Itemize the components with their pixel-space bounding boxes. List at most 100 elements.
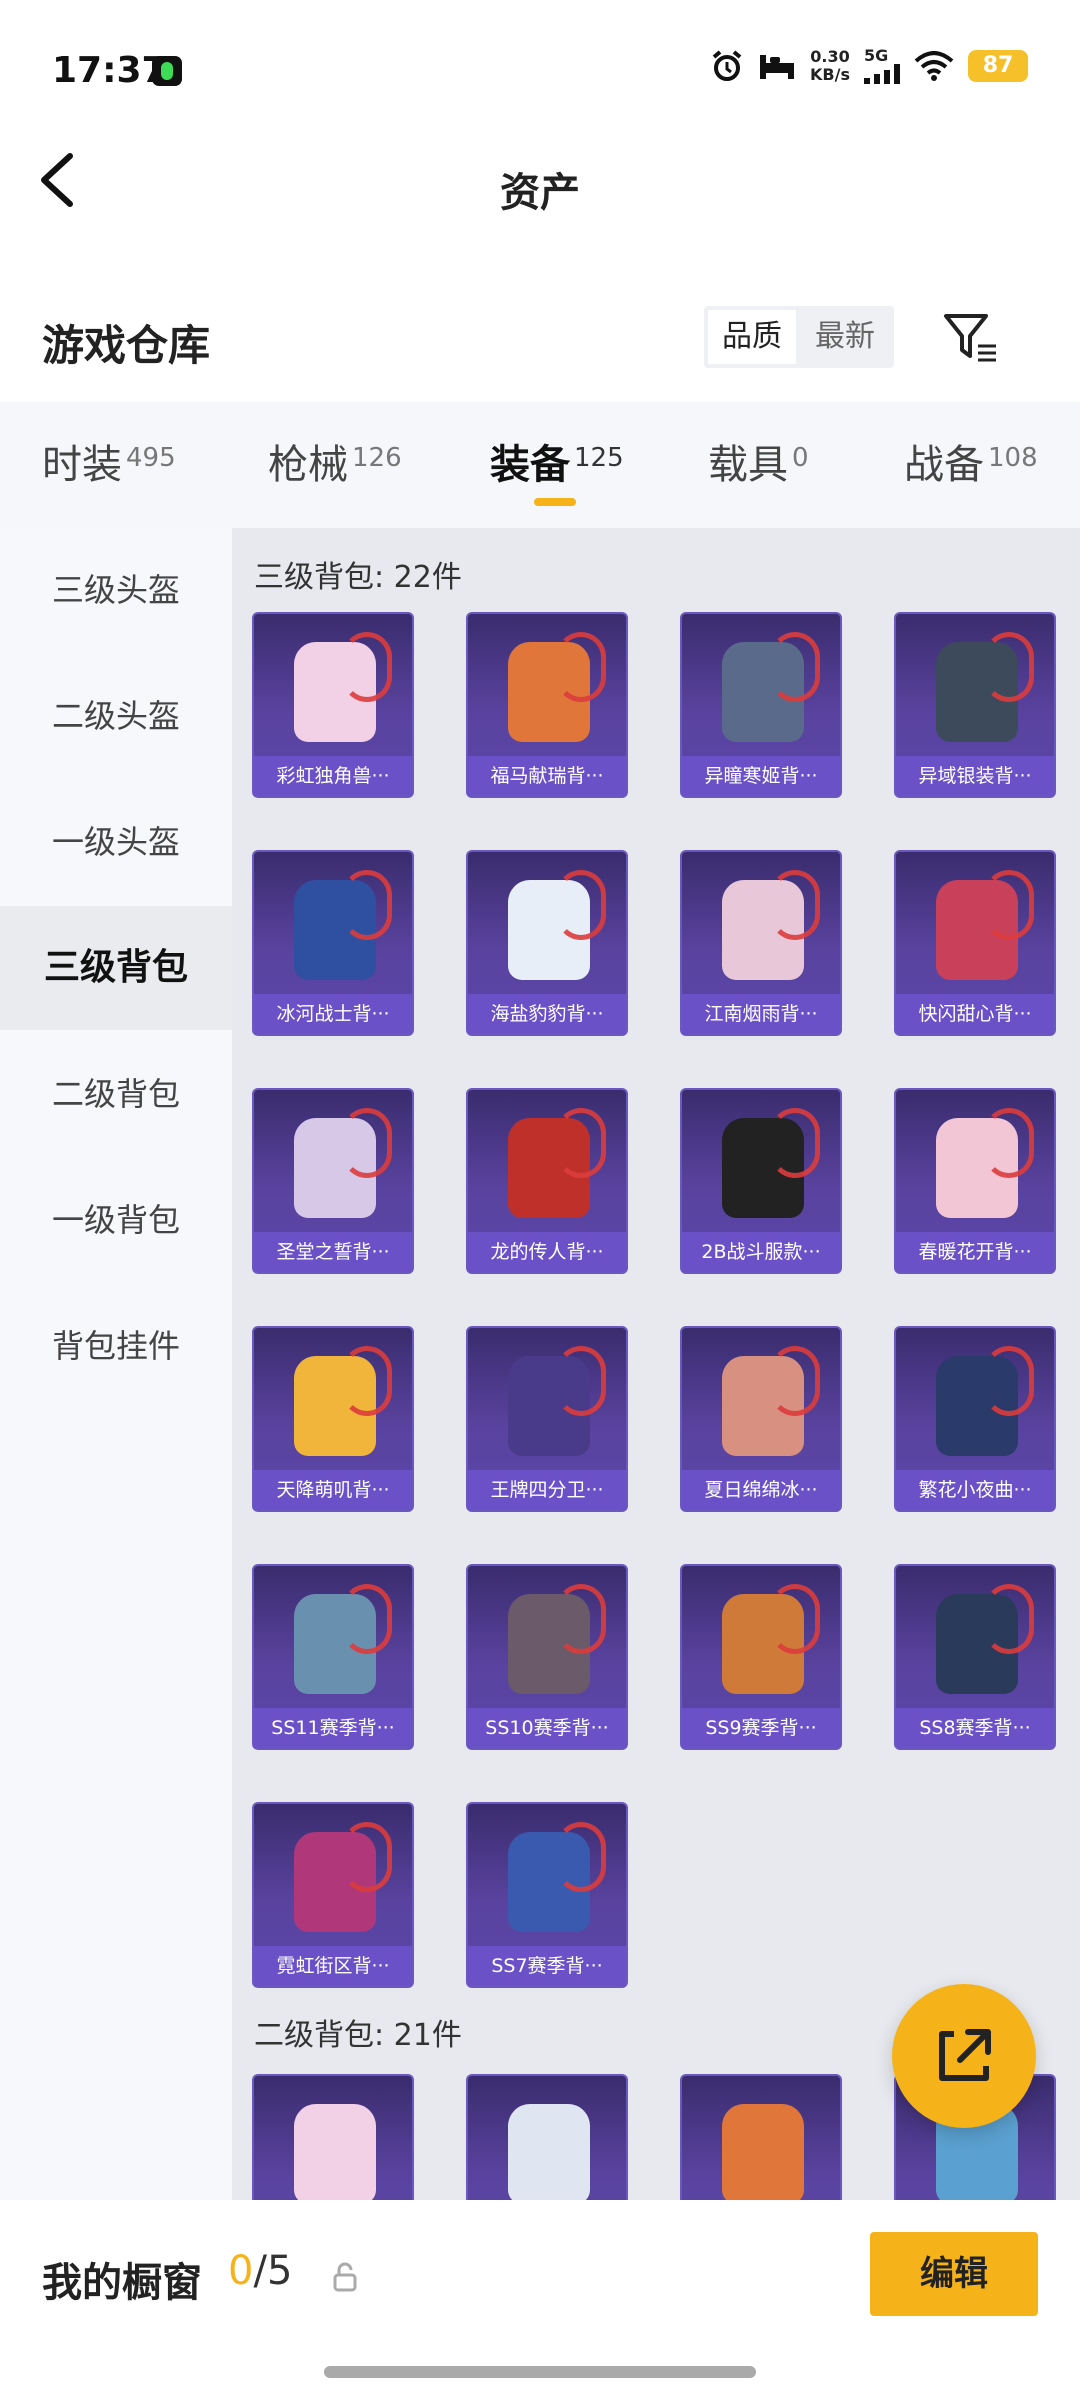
tab-count: 495: [126, 443, 176, 473]
group-label: 三级背包: 22件: [254, 560, 462, 595]
network-type: 5G: [864, 46, 889, 65]
backpack-strap: [342, 870, 392, 940]
sidebar-item-level1-helmet[interactable]: 一级头盔: [0, 780, 232, 904]
backpack-strap: [556, 632, 606, 702]
sort-quality-button[interactable]: 品质: [708, 310, 796, 364]
backpack-strap: [984, 1346, 1034, 1416]
backpack-card[interactable]: 海盐豹豹背···: [466, 850, 628, 1036]
tab-label: 时装: [42, 442, 122, 488]
tab-label: 枪械: [268, 442, 348, 488]
backpack-name: 春暖花开背···: [896, 1232, 1054, 1272]
backpack-strap: [984, 1108, 1034, 1178]
backpack-name: 异域银装背···: [896, 756, 1054, 796]
backpack-card[interactable]: 江南烟雨背···: [680, 850, 842, 1036]
app-notification-icon: [152, 56, 182, 86]
showcase-max: 5: [266, 2248, 293, 2294]
backpack-card[interactable]: 繁花小夜曲···: [894, 1326, 1056, 1512]
wifi-icon: [914, 51, 954, 81]
backpack-card[interactable]: 天降萌叽背···: [252, 1326, 414, 1512]
backpack-strap: [770, 632, 820, 702]
group-label: 二级背包: 21件: [254, 2018, 462, 2053]
page-title: 资产: [500, 170, 580, 216]
backpack-card[interactable]: SS11赛季背···: [252, 1564, 414, 1750]
bed-icon: [760, 55, 795, 79]
backpack-name: 圣堂之誓背···: [254, 1232, 412, 1272]
backpack-strap: [984, 632, 1034, 702]
tab-count: 125: [574, 443, 624, 473]
lock-icon: [333, 2262, 357, 2292]
signal-group: 5G: [864, 48, 900, 84]
battery-indicator: 87: [968, 50, 1028, 82]
tab-vehicles[interactable]: 载具 0: [708, 432, 809, 490]
backpack-card[interactable]: 异瞳寒姬背···: [680, 612, 842, 798]
network-speed-unit: KB/s: [810, 65, 850, 84]
sidebar-item-level3-helmet[interactable]: 三级头盔: [0, 528, 232, 652]
backpack-card[interactable]: SS10赛季背···: [466, 1564, 628, 1750]
backpack-name: 天降萌叽背···: [254, 1470, 412, 1510]
tab-gear[interactable]: 战备 108: [904, 432, 1038, 490]
backpack-card[interactable]: 王牌四分卫···: [466, 1326, 628, 1512]
backpack-strap: [342, 1108, 392, 1178]
item-grid: 三级背包: 22件 彩虹独角兽··· 福马献瑞背··· 异瞳寒姬背··· 异域银装背·…: [232, 528, 1080, 2200]
sidebar-item-level1-backpack[interactable]: 一级背包: [0, 1158, 232, 1282]
showcase-count: 0/5: [228, 2248, 292, 2294]
backpack-card[interactable]: [466, 2074, 628, 2200]
backpack-card[interactable]: SS7赛季背···: [466, 1802, 628, 1988]
tab-label: 装备: [490, 442, 570, 488]
edit-button[interactable]: 编辑: [870, 2232, 1038, 2316]
sidebar-item-level2-helmet[interactable]: 二级头盔: [0, 654, 232, 778]
showcase-current: 0: [228, 2248, 254, 2294]
backpack-name: SS9赛季背···: [682, 1708, 840, 1748]
backpack-card[interactable]: SS8赛季背···: [894, 1564, 1056, 1750]
showcase-label: 我的橱窗: [42, 2260, 202, 2306]
backpack-name: SS7赛季背···: [468, 1946, 626, 1986]
backpack-strap: [342, 1584, 392, 1654]
backpack-name: 冰河战士背···: [254, 994, 412, 1034]
status-indicators: 0.30 KB/s 5G 87: [710, 48, 1028, 84]
showcase-separator: /: [253, 2248, 267, 2294]
backpack-card[interactable]: 彩虹独角兽···: [252, 612, 414, 798]
sidebar-item-level3-backpack[interactable]: 三级背包: [0, 906, 232, 1030]
home-indicator[interactable]: [324, 2366, 756, 2378]
share-button[interactable]: [892, 1984, 1036, 2128]
sidebar-item-backpack-charm[interactable]: 背包挂件: [0, 1284, 232, 1408]
backpack-card[interactable]: 圣堂之誓背···: [252, 1088, 414, 1274]
tab-equipment[interactable]: 装备 125: [490, 432, 624, 490]
backpack-name: 快闪甜心背···: [896, 994, 1054, 1034]
backpack-strap: [770, 1108, 820, 1178]
status-time: 17:37: [52, 50, 167, 91]
sort-newest-button[interactable]: 最新: [800, 310, 890, 364]
backpack-card[interactable]: 快闪甜心背···: [894, 850, 1056, 1036]
backpack-name: 夏日绵绵冰···: [682, 1470, 840, 1510]
backpack-strap: [556, 1584, 606, 1654]
backpack-name: SS10赛季背···: [468, 1708, 626, 1748]
section-title: 游戏仓库: [42, 321, 211, 370]
filter-icon[interactable]: [942, 310, 1002, 366]
network-speed: 0.30 KB/s: [810, 48, 850, 84]
signal-icon: [864, 64, 900, 84]
backpack-name: 繁花小夜曲···: [896, 1470, 1054, 1510]
backpack-card[interactable]: [680, 2074, 842, 2200]
backpack-strap: [342, 1346, 392, 1416]
backpack-card[interactable]: 2B战斗服款···: [680, 1088, 842, 1274]
backpack-name: 龙的传人背···: [468, 1232, 626, 1272]
backpack-card[interactable]: 异域银装背···: [894, 612, 1056, 798]
backpack-name: 异瞳寒姬背···: [682, 756, 840, 796]
tab-fashion[interactable]: 时装 495: [42, 432, 176, 490]
sidebar-item-level2-backpack[interactable]: 二级背包: [0, 1032, 232, 1156]
backpack-card[interactable]: 龙的传人背···: [466, 1088, 628, 1274]
backpack-card[interactable]: 冰河战士背···: [252, 850, 414, 1036]
backpack-card[interactable]: 春暖花开背···: [894, 1088, 1056, 1274]
tab-weapons[interactable]: 枪械 126: [268, 432, 402, 490]
backpack-image: [294, 2104, 376, 2200]
backpack-strap: [770, 1584, 820, 1654]
backpack-card[interactable]: 夏日绵绵冰···: [680, 1326, 842, 1512]
backpack-card[interactable]: 福马献瑞背···: [466, 612, 628, 798]
backpack-card[interactable]: 霓虹街区背···: [252, 1802, 414, 1988]
backpack-strap: [556, 1346, 606, 1416]
backpack-card[interactable]: SS9赛季背···: [680, 1564, 842, 1750]
backpack-strap: [770, 1346, 820, 1416]
backpack-card[interactable]: [252, 2074, 414, 2200]
backpack-strap: [770, 870, 820, 940]
backpack-strap: [342, 632, 392, 702]
